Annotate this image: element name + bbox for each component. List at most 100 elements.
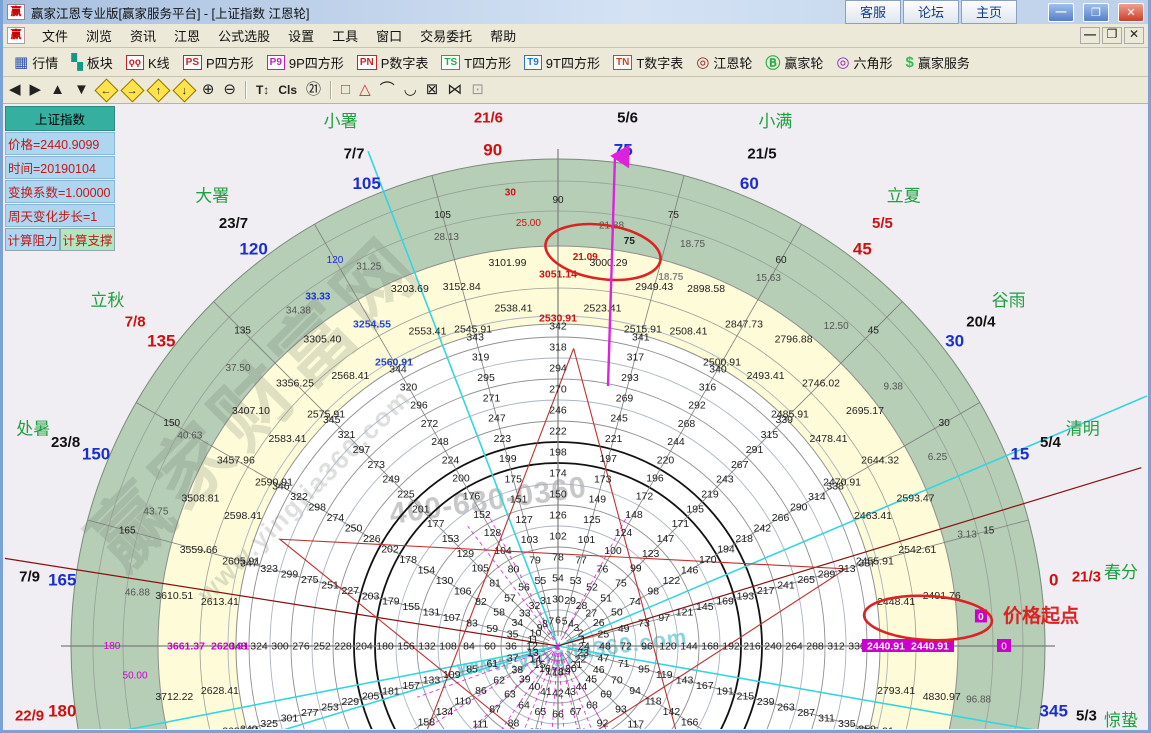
toolbar-label: 板块	[86, 55, 113, 71]
svg-text:109: 109	[443, 669, 461, 681]
svg-text:3254.55: 3254.55	[353, 318, 391, 330]
zoom-in-icon[interactable]: ⊕	[202, 81, 215, 99]
svg-text:2538.41: 2538.41	[495, 302, 533, 314]
svg-text:37.50: 37.50	[225, 363, 250, 374]
mdi-control-2[interactable]: ✕	[1124, 27, 1144, 44]
svg-text:223: 223	[494, 433, 512, 445]
arc-down-tool-icon[interactable]: ◡	[404, 81, 417, 99]
svg-text:清明: 清明	[1066, 420, 1100, 439]
svg-text:324: 324	[250, 641, 268, 653]
calc-resistance-button[interactable]: 计算阻力	[5, 228, 60, 251]
diamond-up-icon[interactable]: ↑	[146, 77, 171, 103]
svg-text:31.25: 31.25	[356, 262, 381, 273]
calendar-icon[interactable]: ㉑	[306, 81, 321, 99]
app-logo-icon: 赢	[7, 4, 25, 20]
xbox-tool-icon[interactable]: ⊠	[426, 81, 439, 99]
time-axis-icon[interactable]: T↕	[256, 81, 269, 99]
svg-text:120: 120	[327, 255, 344, 266]
svg-text:97: 97	[658, 612, 670, 624]
crosshair-tool-icon[interactable]: ⋈	[447, 81, 462, 99]
svg-text:102: 102	[549, 531, 567, 543]
screen-tool-icon[interactable]: ⊡	[471, 81, 484, 99]
svg-text:167: 167	[696, 680, 714, 692]
svg-text:293: 293	[621, 372, 639, 384]
close-button[interactable]: ✕	[1118, 2, 1144, 22]
svg-text:66: 66	[552, 709, 564, 721]
toolbar-quotes-grid-icon[interactable]: ▦ 行情	[9, 51, 63, 74]
calc-support-button[interactable]: 计算支撑	[60, 228, 115, 251]
arrow-right-icon[interactable]: ▶	[30, 81, 42, 99]
toolbar-ps-icon[interactable]: PS P四方形	[178, 51, 259, 74]
menu-1[interactable]: 浏览	[77, 24, 121, 47]
app-logo-icon-small: 赢	[7, 27, 25, 44]
svg-text:2695.17: 2695.17	[846, 405, 884, 417]
svg-text:191: 191	[716, 685, 734, 697]
svg-text:3661.37: 3661.37	[167, 641, 205, 653]
quick-button-1[interactable]: 论坛	[902, 0, 959, 24]
svg-text:172: 172	[636, 491, 654, 503]
diamond-left-icon[interactable]: ←	[94, 77, 119, 103]
minimize-button[interactable]: —	[1048, 2, 1074, 22]
toolbar-p9-icon[interactable]: P9 9P四方形	[262, 51, 349, 74]
menu-8[interactable]: 交易委托	[411, 24, 481, 47]
gann-wheel-icon: ◎	[696, 54, 710, 71]
svg-text:77: 77	[575, 555, 587, 567]
svg-text:12.50: 12.50	[824, 321, 849, 332]
svg-text:65: 65	[535, 706, 547, 718]
svg-text:297: 297	[353, 444, 371, 456]
zoom-out-icon[interactable]: ⊖	[223, 81, 236, 99]
menu-4[interactable]: 公式选股	[209, 24, 279, 47]
menu-3[interactable]: 江恩	[165, 24, 209, 47]
svg-text:224: 224	[442, 454, 460, 466]
toolbar-kline-icon[interactable]: ϙϙ K线	[121, 51, 175, 74]
index-name: 上证指数	[5, 106, 115, 131]
arrow-up-icon[interactable]: ▲	[50, 81, 65, 99]
svg-text:2560.91: 2560.91	[375, 356, 413, 368]
menu-0[interactable]: 文件	[33, 24, 77, 47]
svg-text:41: 41	[540, 686, 552, 698]
menu-9[interactable]: 帮助	[481, 24, 525, 47]
arrow-down-icon[interactable]: ▼	[74, 81, 89, 99]
cls-button[interactable]: Cls	[278, 81, 297, 99]
square-tool-icon[interactable]: □	[341, 81, 350, 99]
menu-2[interactable]: 资讯	[121, 24, 165, 47]
toolbar-gann-wheel-icon[interactable]: ◎ 江恩轮	[691, 51, 757, 74]
svg-text:62: 62	[493, 675, 505, 687]
diamond-right-icon[interactable]: →	[120, 77, 145, 103]
mdi-control-1[interactable]: ❐	[1102, 27, 1122, 44]
svg-text:104: 104	[494, 545, 512, 557]
svg-text:5/4: 5/4	[1040, 434, 1062, 451]
toolbar-tn-icon[interactable]: TN T数字表	[608, 51, 688, 74]
menu-5[interactable]: 设置	[279, 24, 323, 47]
triangle-tool-icon[interactable]: △	[359, 81, 371, 99]
toolbar-service-icon[interactable]: $ 赢家服务	[901, 51, 975, 74]
toolbar-sectors-icon[interactable]: ▚ 板块	[66, 51, 118, 74]
toolbar-hexagon-icon[interactable]: ◎ 六角形	[831, 51, 897, 74]
diamond-down-icon[interactable]: ↓	[172, 77, 197, 103]
svg-text:2568.41: 2568.41	[331, 370, 369, 382]
svg-text:192: 192	[722, 641, 740, 653]
svg-text:63: 63	[504, 689, 516, 701]
svg-text:79: 79	[529, 555, 541, 567]
svg-text:156: 156	[397, 641, 415, 653]
gann-wheel-canvas[interactable]: 赢家财富网 www.yingjia360.com 400-680-0360 www.y…	[3, 104, 1148, 729]
toolbar-ts-icon[interactable]: TS T四方形	[436, 51, 516, 74]
svg-text:2628.41: 2628.41	[201, 685, 239, 697]
svg-text:23/8: 23/8	[51, 434, 80, 451]
arrow-left-icon[interactable]: ◀	[9, 81, 21, 99]
quick-button-2[interactable]: 主页	[960, 0, 1017, 24]
mdi-control-0[interactable]: —	[1080, 27, 1100, 44]
menu-6[interactable]: 工具	[323, 24, 367, 47]
title-quick-buttons: 客服 论坛 主页	[844, 0, 1019, 24]
menu-7[interactable]: 窗口	[367, 24, 411, 47]
maximize-button[interactable]: ❐	[1083, 2, 1109, 22]
svg-text:75: 75	[624, 236, 636, 247]
toolbar-t9-icon[interactable]: T9 9T四方形	[519, 51, 605, 74]
menu-bar: 赢 文件 浏览 资讯 江恩 公式选股 设置 工具 窗口 交易委托 帮助 — ❐ ✕	[3, 24, 1148, 48]
quick-button-0[interactable]: 客服	[844, 0, 901, 24]
svg-text:2613.41: 2613.41	[201, 596, 239, 608]
arc-up-tool-icon[interactable]: ⌒	[380, 81, 395, 99]
toolbar-pn-icon[interactable]: PN P数字表	[352, 51, 434, 74]
toolbar-winner-wheel-icon[interactable]: Ⓑ 赢家轮	[760, 50, 828, 75]
svg-text:谷雨: 谷雨	[992, 291, 1026, 310]
